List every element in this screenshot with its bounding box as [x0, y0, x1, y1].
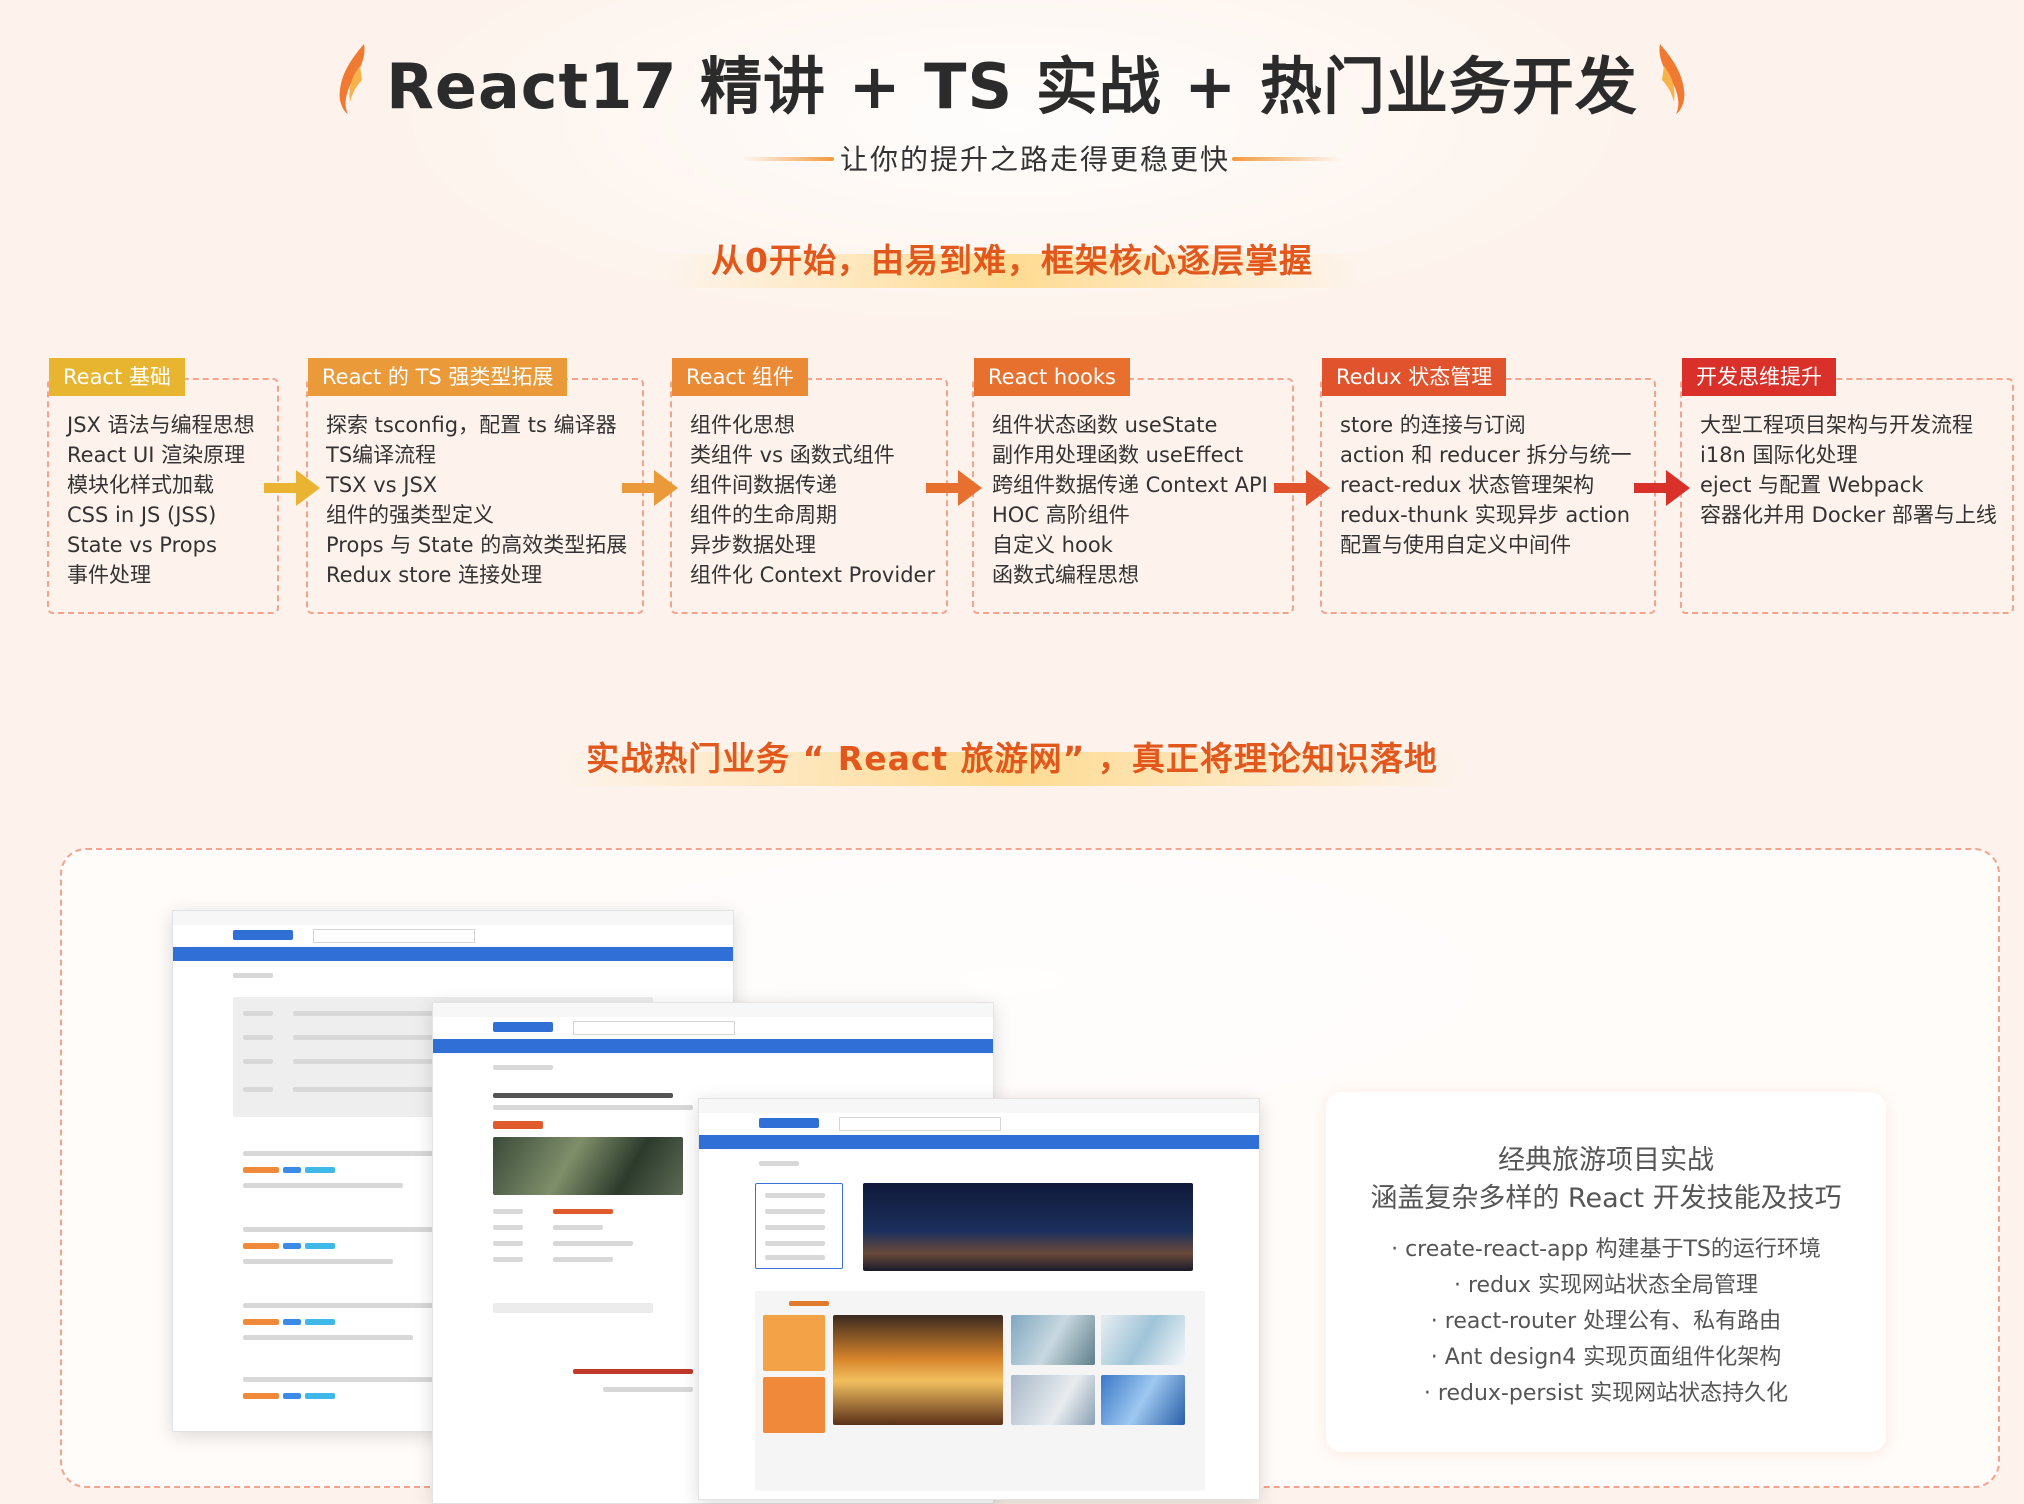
step-item: 事件处理	[67, 563, 151, 587]
feature-item: · create-react-app 构建基于TS的运行环境	[1391, 1237, 1821, 1262]
feature-list: · create-react-app 构建基于TS的运行环境 · redux 实…	[1326, 1232, 1886, 1412]
step-item: CSS in JS (JSS)	[67, 503, 217, 527]
feature-item: · redux 实现网站状态全局管理	[1453, 1273, 1758, 1298]
feature-item: · react-router 处理公有、私有路由	[1430, 1309, 1782, 1334]
step-item: JSX 语法与编程思想	[67, 413, 255, 437]
step-item: store 的连接与订阅	[1340, 413, 1526, 437]
page-title: React17 精讲 + TS 实战 + 热门业务开发	[339, 36, 1685, 126]
section-heading-text: 从0开始，由易到难，框架核心逐层掌握	[711, 241, 1313, 280]
step-item: 类组件 vs 函数式组件	[690, 443, 895, 467]
subtitle: 让你的提升之路走得更稳更快	[840, 143, 1231, 176]
step-redux: Redux 状态管理 store 的连接与订阅 action 和 reducer…	[1320, 358, 1656, 614]
step-item: React UI 渲染原理	[67, 443, 246, 467]
section-heading-text: 实战热门业务 “ React 旅游网” ，真正将理论知识落地	[586, 739, 1438, 778]
step-item: 配置与使用自定义中间件	[1340, 533, 1571, 557]
arrow-right-icon	[622, 470, 678, 506]
step-item: 组件状态函数 useState	[992, 413, 1218, 437]
flame-icon	[339, 44, 365, 114]
step-item: action 和 reducer 拆分与统一	[1340, 443, 1632, 467]
screenshot-home-page	[698, 1098, 1260, 1500]
feature-heading-line: 经典旅游项目实战	[1498, 1145, 1714, 1176]
step-ts-extension: React 的 TS 强类型拓展 探索 tsconfig，配置 ts 编译器 T…	[306, 358, 644, 614]
section-heading-learning-path: 从0开始，由易到难，框架核心逐层掌握	[0, 234, 2024, 288]
arrow-right-icon	[926, 470, 982, 506]
step-item: redux-thunk 实现异步 action	[1340, 503, 1631, 527]
step-item: State vs Props	[67, 533, 217, 557]
step-item: 组件的强类型定义	[326, 503, 494, 527]
feature-heading: 经典旅游项目实战 涵盖复杂多样的 React 开发技能及技巧	[1326, 1142, 1886, 1218]
feature-item: · redux-persist 实现网站状态持久化	[1423, 1381, 1789, 1406]
step-react-basics: React 基础 JSX 语法与编程思想 React UI 渲染原理 模块化样式…	[47, 358, 279, 614]
section-heading-project: 实战热门业务 “ React 旅游网” ，真正将理论知识落地	[0, 732, 2024, 786]
step-item: TSX vs JSX	[326, 473, 438, 497]
subtitle-divider-right	[1232, 157, 1342, 161]
step-react-hooks: React hooks 组件状态函数 useState 副作用处理函数 useE…	[972, 358, 1294, 614]
step-item: react-redux 状态管理架构	[1340, 473, 1595, 497]
step-item: 跨组件数据传递 Context API	[992, 473, 1268, 497]
feature-item: · Ant design4 实现页面组件化架构	[1430, 1345, 1782, 1370]
step-react-components: React 组件 组件化思想 类组件 vs 函数式组件 组件间数据传递 组件的生…	[670, 358, 948, 614]
step-item: eject 与配置 Webpack	[1700, 473, 1924, 497]
arrow-right-icon	[1634, 470, 1690, 506]
step-label: React hooks	[974, 358, 1130, 396]
step-item: 副作用处理函数 useEffect	[992, 443, 1244, 467]
step-label: React 组件	[672, 358, 808, 396]
step-item: 大型工程项目架构与开发流程	[1700, 413, 1973, 437]
step-item: 组件化 Context Provider	[690, 563, 936, 587]
title-text: React17 精讲 + TS 实战 + 热门业务开发	[386, 50, 1638, 123]
step-label: React 的 TS 强类型拓展	[308, 358, 568, 396]
step-label: 开发思维提升	[1682, 358, 1836, 396]
step-item-list: 组件状态函数 useState 副作用处理函数 useEffect 跨组件数据传…	[992, 410, 1268, 590]
step-item-list: 组件化思想 类组件 vs 函数式组件 组件间数据传递 组件的生命周期 异步数据处…	[690, 410, 935, 590]
step-item-list: 大型工程项目架构与开发流程 i18n 国际化处理 eject 与配置 Webpa…	[1700, 410, 1997, 530]
step-item: 组件的生命周期	[690, 503, 837, 527]
step-item: 异步数据处理	[690, 533, 816, 557]
step-item: 模块化样式加载	[67, 473, 214, 497]
step-item-list: JSX 语法与编程思想 React UI 渲染原理 模块化样式加载 CSS in…	[67, 410, 255, 590]
step-item: 函数式编程思想	[992, 563, 1139, 587]
feature-heading-line: 涵盖复杂多样的 React 开发技能及技巧	[1370, 1183, 1842, 1214]
project-feature-card: 经典旅游项目实战 涵盖复杂多样的 React 开发技能及技巧 · create-…	[1326, 1092, 1886, 1452]
step-item: 自定义 hook	[992, 533, 1113, 557]
step-item: i18n 国际化处理	[1700, 443, 1858, 467]
subtitle-area: 让你的提升之路走得更稳更快	[0, 138, 2024, 178]
step-label: React 基础	[49, 358, 185, 396]
subtitle-divider-left	[742, 157, 834, 161]
step-item: Redux store 连接处理	[326, 563, 543, 587]
step-label: Redux 状态管理	[1322, 358, 1507, 396]
step-item: 探索 tsconfig，配置 ts 编译器	[326, 413, 617, 437]
step-item: 容器化并用 Docker 部署与上线	[1700, 503, 1997, 527]
step-item: HOC 高阶组件	[992, 503, 1130, 527]
step-item-list: store 的连接与订阅 action 和 reducer 拆分与统一 reac…	[1340, 410, 1632, 560]
arrow-right-icon	[264, 470, 320, 506]
step-item: 组件间数据传递	[690, 473, 837, 497]
flame-icon	[1659, 44, 1685, 114]
step-item: TS编译流程	[326, 443, 437, 467]
step-item-list: 探索 tsconfig，配置 ts 编译器 TS编译流程 TSX vs JSX …	[326, 410, 627, 590]
arrow-right-icon	[1274, 470, 1330, 506]
step-item: 组件化思想	[690, 413, 795, 437]
step-item: Props 与 State 的高效类型拓展	[326, 533, 628, 557]
step-dev-thinking: 开发思维提升 大型工程项目架构与开发流程 i18n 国际化处理 eject 与配…	[1680, 358, 2014, 614]
title-area: React17 精讲 + TS 实战 + 热门业务开发	[0, 36, 2024, 126]
